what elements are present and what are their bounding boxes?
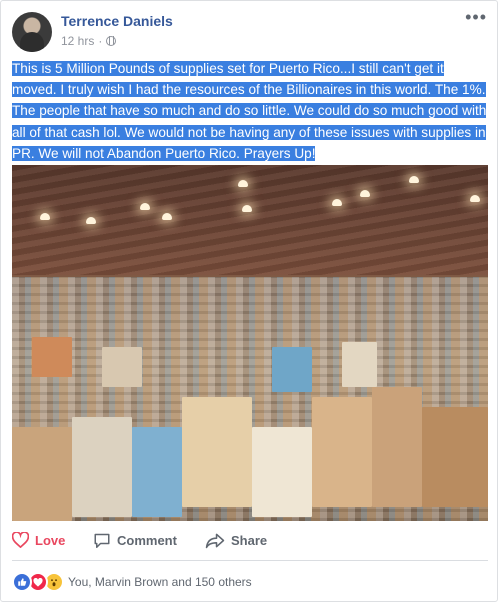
ceiling-light (242, 205, 252, 212)
post-card: Terrence Daniels 12 hrs · ••• This is 5 … (0, 0, 498, 602)
heart-outline-icon (12, 532, 29, 548)
pallet-stack (72, 417, 132, 517)
post-meta: 12 hrs · (61, 34, 117, 48)
ceiling-light (86, 217, 96, 224)
ceiling-light (140, 203, 150, 210)
reactions-summary[interactable]: You, Marvin Brown and 150 others (12, 572, 252, 592)
pallet-stack (422, 407, 488, 507)
ceiling-light (238, 180, 248, 187)
globe-icon[interactable] (106, 36, 117, 46)
pallet-stack (342, 342, 377, 387)
meta-separator: · (98, 34, 103, 48)
pallet-stack (132, 427, 182, 517)
pallet-stack (372, 387, 422, 507)
share-label: Share (231, 533, 268, 548)
ceiling-light (332, 199, 342, 206)
ceiling-light (360, 190, 370, 197)
ceiling-light (409, 176, 419, 183)
post-photo[interactable] (12, 165, 488, 521)
share-arrow-icon (205, 533, 225, 549)
ceiling-light (40, 213, 50, 220)
post-time[interactable]: 12 hrs (61, 34, 94, 48)
comment-button[interactable]: Comment (93, 532, 177, 549)
comment-icon (94, 533, 110, 548)
author-avatar[interactable] (12, 12, 52, 52)
more-options-button[interactable]: ••• (465, 7, 487, 28)
pallet-stack (252, 427, 312, 517)
comment-label: Comment (117, 533, 177, 548)
pallet-stack (312, 397, 372, 507)
post-text-content: This is 5 Million Pounds of supplies set… (12, 61, 487, 161)
like-icon[interactable] (12, 572, 32, 592)
pallet-stack (272, 347, 312, 392)
ceiling-light (162, 213, 172, 220)
share-button[interactable]: Share (205, 532, 267, 549)
love-label: Love (35, 532, 66, 548)
post-actions: Love Comment Share (1, 528, 497, 554)
author-name[interactable]: Terrence Daniels (61, 13, 173, 29)
reaction-count-text[interactable]: You, Marvin Brown and 150 others (68, 575, 252, 589)
pallet-stack (182, 397, 252, 507)
ceiling-light (470, 195, 480, 202)
post-text: This is 5 Million Pounds of supplies set… (12, 58, 488, 164)
supply-pallets (12, 277, 488, 521)
pallet-stack (32, 337, 72, 377)
love-button[interactable]: Love (12, 532, 65, 548)
pallet-stack (102, 347, 142, 387)
divider (12, 560, 488, 561)
pallet-stack (12, 427, 72, 521)
